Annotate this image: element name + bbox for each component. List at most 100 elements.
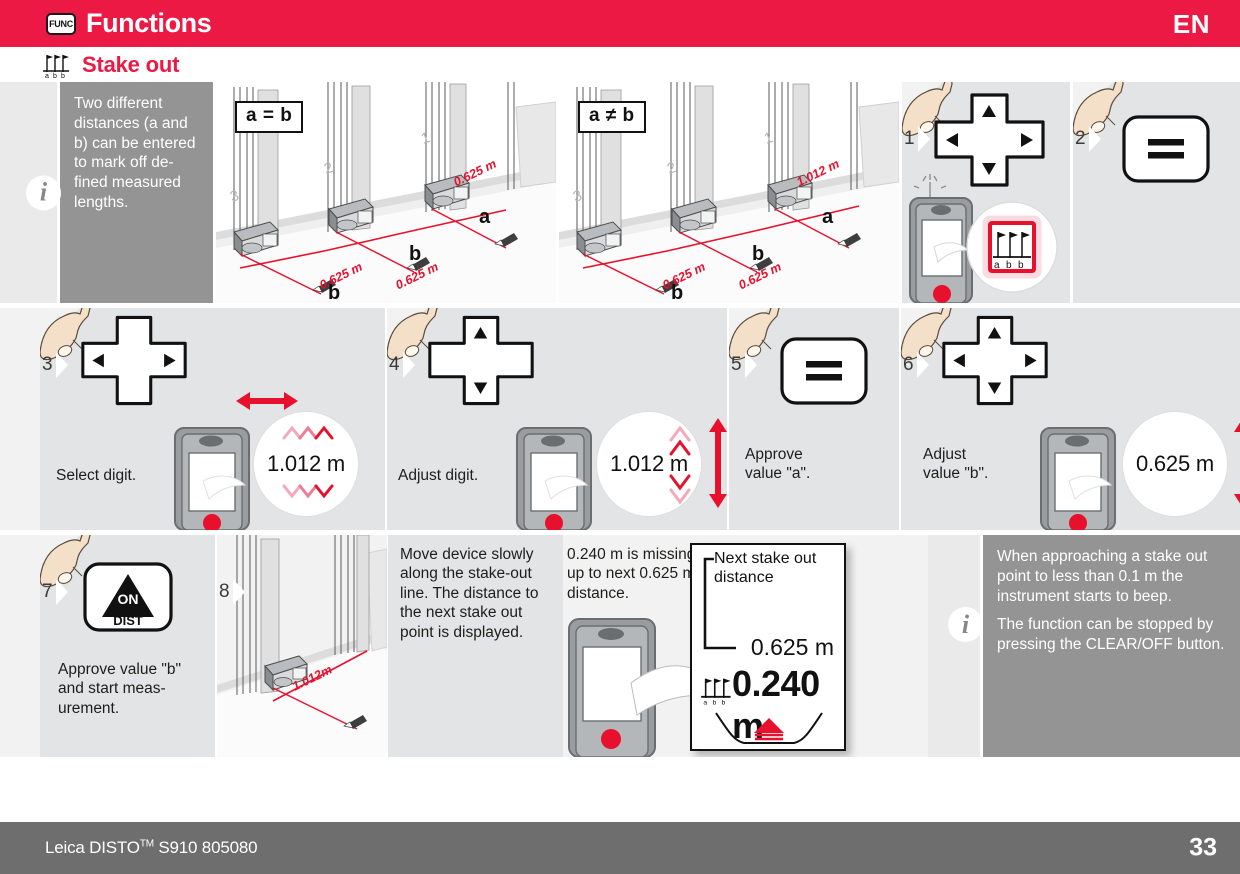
svg-text:2: 2	[322, 159, 335, 178]
digit-updown-chevrons-icon	[282, 425, 334, 499]
info-note-text: Two different distances (a and b) can be…	[60, 82, 213, 303]
diagram-equal-distances: 3 2 1 a = b 0.625 m 0.625 m 0.625 m b b …	[216, 82, 556, 303]
step-8-display-panel: 0.240 m is missing up to next 0.625 m di…	[563, 535, 928, 757]
chevron-icon	[55, 579, 68, 605]
step-2-panel: 2	[1073, 82, 1240, 303]
step-number: 1	[904, 128, 915, 149]
footer-product-line: Leica DISTOTM S910 805080	[45, 838, 258, 858]
on-dist-key[interactable]: ON DIST	[82, 561, 174, 633]
step-3-panel: 3 1.012 m Select digit.	[40, 308, 385, 530]
svg-text:b: b	[712, 700, 716, 705]
info-rail: i	[0, 82, 61, 303]
svg-text:2: 2	[665, 159, 678, 178]
step-8-caption-left: Move device slowly along the stake-out l…	[400, 546, 539, 641]
svg-text:a: a	[994, 260, 1000, 271]
step-7-panel: 7 ON DIST Approve value "b" and start me…	[40, 535, 215, 757]
point-label-a: a	[822, 206, 834, 228]
info-note-panel-1: i Two different distances (a and b) can …	[0, 82, 213, 303]
func-key-icon: FUNC	[46, 12, 76, 35]
step-1-panel: 1 a b b	[902, 82, 1070, 303]
point-label-b2: b	[752, 243, 765, 265]
point-label-a: a	[479, 206, 491, 228]
page-footer: Leica DISTOTM S910 805080 33	[0, 822, 1240, 874]
step-number: 7	[42, 581, 53, 602]
svg-text:a: a	[45, 73, 49, 78]
device-display-panel: Next stake out distance 0.625 m a b b 0.…	[690, 543, 846, 751]
instruction-row-2: 3 1.012 m Select digit. 4 1.012 m Adjust…	[0, 308, 1240, 530]
equals-key[interactable]	[779, 336, 869, 406]
display-annotation-text: Next stake out distance	[714, 550, 817, 587]
step-number: 4	[389, 354, 400, 375]
step-number: 3	[42, 354, 53, 375]
display-secondary-value: 0.625 m	[750, 634, 834, 660]
footer-trademark: TM	[139, 838, 154, 850]
chevron-icon	[55, 352, 68, 378]
step-5-panel: 5 Approve value "a".	[729, 308, 899, 530]
chevron-icon	[1088, 126, 1101, 152]
svg-text:b: b	[1006, 260, 1012, 271]
step-8-panel: 8 1.012m	[217, 535, 387, 757]
device-illustration-1: a b b	[909, 174, 1058, 303]
instruction-row-1: i Two different distances (a and b) can …	[0, 82, 1240, 303]
info-rail: i	[928, 535, 983, 757]
step-number: 2	[1075, 128, 1086, 149]
svg-text:3: 3	[571, 187, 584, 206]
instruction-row-3: 7 ON DIST Approve value "b" and start me…	[0, 535, 1240, 757]
display-value: 0.625 m	[1135, 451, 1215, 476]
language-badge: EN	[1172, 9, 1210, 39]
navigation-cross-key[interactable]	[940, 313, 1050, 408]
step-4-caption: Adjust digit.	[398, 467, 479, 484]
svg-text:a: a	[703, 700, 707, 705]
stake-out-icon: a b b	[701, 678, 731, 705]
tag-a-equals-b: a = b	[235, 101, 304, 133]
up-down-arrow-icon	[709, 418, 727, 508]
footer-model: S910 805080	[153, 838, 258, 857]
left-right-arrow-icon	[236, 392, 298, 410]
row3-left-rail	[0, 535, 40, 757]
section-title: Stake out	[82, 51, 180, 77]
step-6-caption: Adjust value "b".	[923, 446, 989, 483]
step-6-panel: 6 0.625 m Adjust value "b".	[901, 308, 1240, 530]
svg-text:ON: ON	[118, 591, 139, 607]
point-label-b1: b	[328, 282, 341, 303]
diagram-unequal-distances: 3 2 1 a ≠ b 0.625 m 0.625 m 1.012 m b b …	[559, 82, 899, 303]
step-number: 8	[219, 581, 230, 602]
svg-text:3: 3	[228, 187, 241, 206]
step-4-panel: 4 1.012 m Adjust digit.	[387, 308, 727, 530]
info-note-paragraph-2: The function can be stopped by pressing …	[997, 616, 1225, 654]
row2-left-rail	[0, 308, 40, 530]
chevron-icon	[232, 579, 245, 605]
step-5-caption: Approve value "a".	[745, 446, 811, 483]
page-title: Functions	[86, 8, 212, 38]
chevron-icon	[916, 352, 929, 378]
point-label-b2: b	[409, 243, 422, 265]
info-note-paragraph-1: When approaching a stake out point to le…	[997, 548, 1208, 605]
digit-updown-chevrons-icon	[669, 425, 691, 505]
section-header: a b b Stake out	[0, 47, 1240, 82]
scene-step-8-svg	[217, 535, 387, 757]
step-3-caption: Select digit.	[56, 467, 137, 484]
step-7-caption: Approve value "b" and start meas-urement…	[58, 661, 182, 717]
navigation-left-right-key[interactable]	[79, 313, 189, 408]
info-note-panel-2: i When approaching a stake out point to …	[928, 535, 1240, 757]
svg-text:DIST: DIST	[113, 613, 143, 628]
info-icon: i	[948, 607, 983, 642]
step-8-caption-right: 0.240 m is missing up to next 0.625 m di…	[567, 546, 696, 602]
svg-text:b: b	[53, 73, 57, 78]
chevron-icon	[402, 352, 415, 378]
info-note-text-2: When approaching a stake out point to le…	[983, 535, 1240, 757]
page-number: 33	[1189, 833, 1217, 862]
up-down-arrow-icon	[1234, 422, 1240, 504]
display-bubble-6: 0.625 m	[1123, 412, 1227, 516]
svg-text:1: 1	[419, 129, 432, 148]
step-number: 6	[903, 354, 914, 375]
info-icon: i	[26, 175, 61, 210]
step-8-caption-panel: Move device slowly along the stake-out l…	[388, 535, 563, 757]
point-label-b1: b	[671, 282, 684, 303]
chevron-icon	[917, 126, 930, 152]
navigation-up-down-key[interactable]	[426, 313, 536, 408]
equals-key[interactable]	[1121, 114, 1211, 184]
page-header: FUNC Functions EN	[0, 0, 1240, 47]
tag-a-not-equals-b: a ≠ b	[578, 101, 646, 133]
svg-text:b: b	[1018, 260, 1024, 271]
